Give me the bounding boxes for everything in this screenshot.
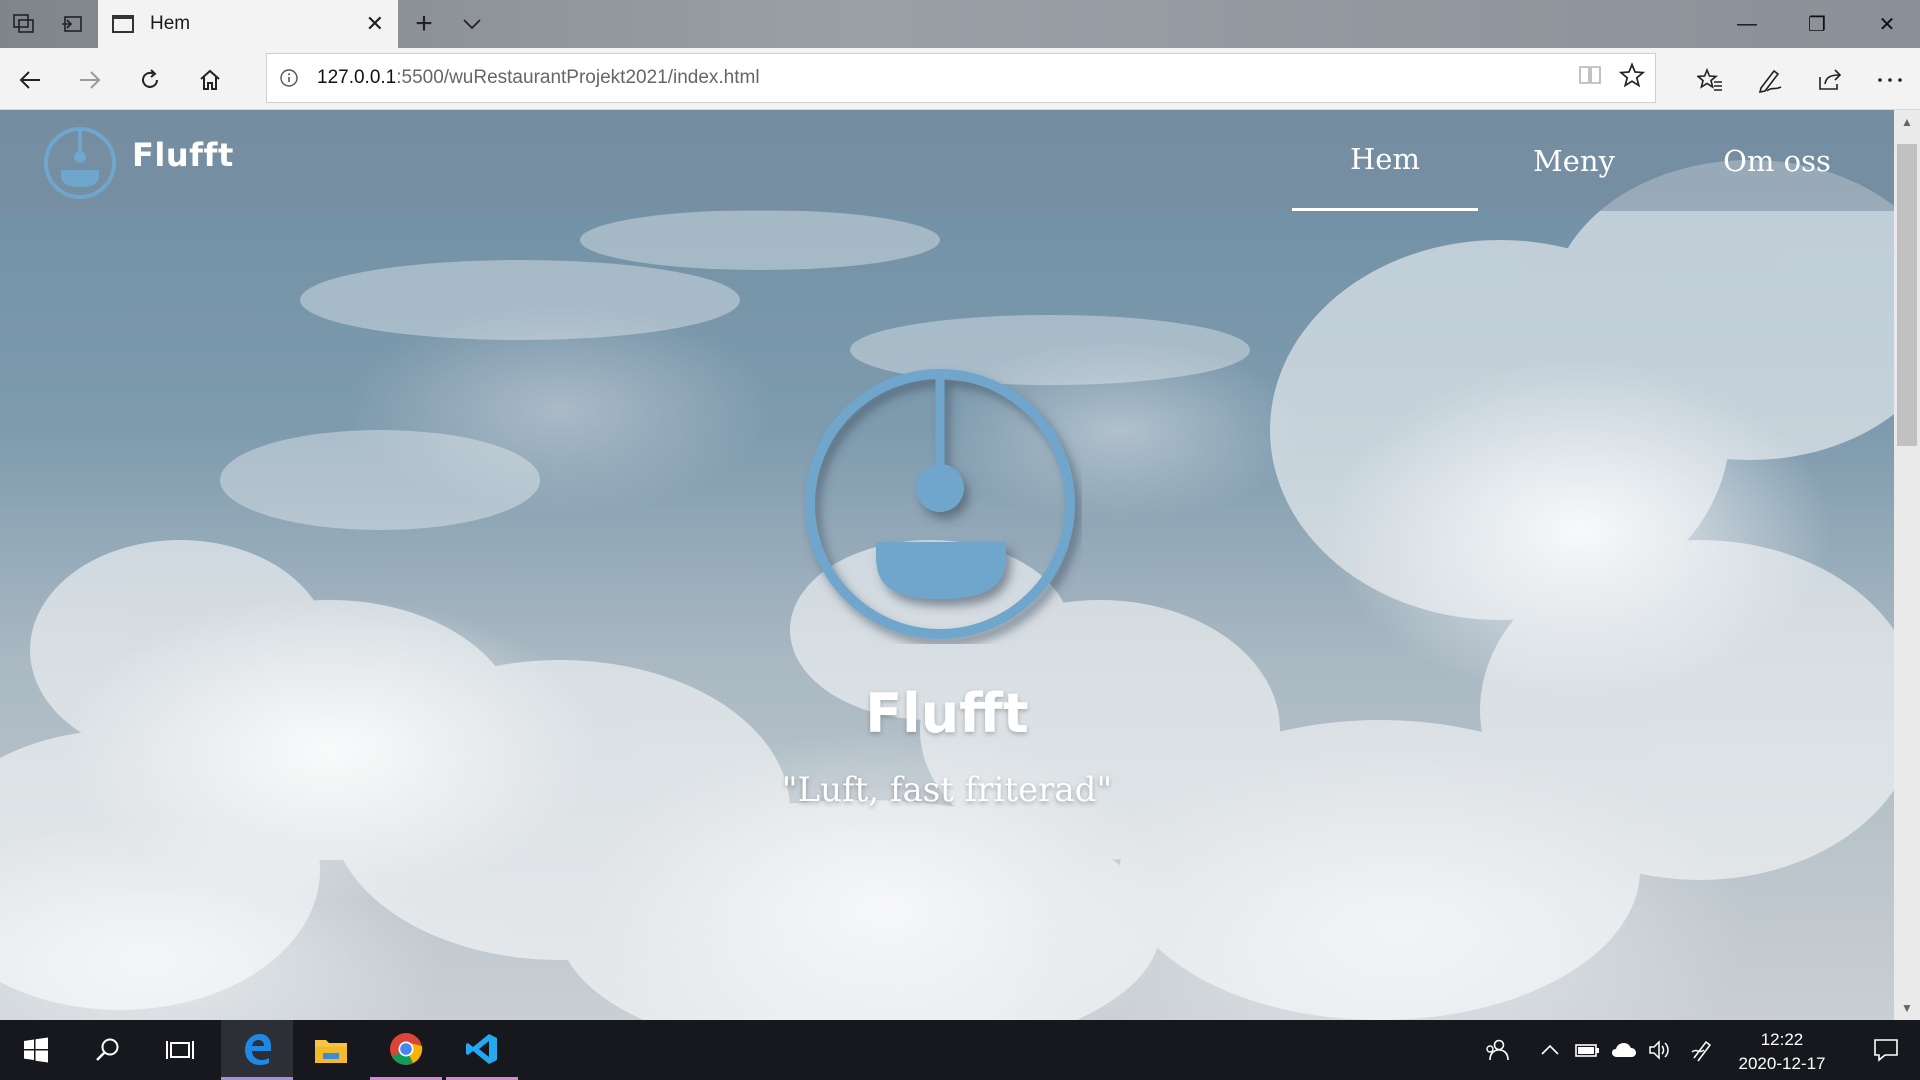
battery-icon[interactable]	[1570, 1020, 1606, 1080]
scroll-up-arrow-icon[interactable]: ▲	[1894, 110, 1920, 134]
tab-hem[interactable]: Hem ✕	[98, 0, 398, 48]
page-scrollbar[interactable]: ▲ ▼	[1894, 110, 1920, 1020]
back-arrow-icon[interactable]	[10, 60, 50, 100]
nav-link-meny[interactable]: Meny	[1478, 110, 1670, 211]
minimize-icon[interactable]: —	[1712, 0, 1782, 48]
clock-date: 2020-12-17	[1738, 1054, 1826, 1073]
tab-list-chevron-icon[interactable]	[448, 0, 496, 48]
site-info-icon[interactable]	[267, 68, 311, 88]
task-view-icon[interactable]	[144, 1020, 216, 1080]
more-options-icon[interactable]	[1870, 60, 1910, 100]
hero-tagline: "Luft, fast friterad"	[781, 770, 1113, 810]
tab-close-icon[interactable]: ✕	[366, 13, 384, 35]
site-brand-name[interactable]: Flufft	[132, 136, 234, 174]
reading-view-icon[interactable]	[1577, 62, 1603, 93]
forward-arrow-icon[interactable]	[70, 60, 110, 100]
favorite-star-icon[interactable]	[1618, 62, 1646, 93]
hero-brand-name: Flufft	[865, 682, 1029, 745]
share-icon[interactable]	[1810, 60, 1850, 100]
volume-icon[interactable]	[1642, 1020, 1678, 1080]
address-bar-actions	[1577, 62, 1646, 93]
people-icon[interactable]	[1480, 1020, 1516, 1080]
show-hidden-icons-chevron-icon[interactable]	[1532, 1020, 1568, 1080]
scroll-down-arrow-icon[interactable]: ▼	[1894, 996, 1920, 1020]
tab-title: Hem	[150, 13, 191, 34]
restore-icon[interactable]: ❐	[1782, 0, 1852, 48]
file-explorer-icon[interactable]	[295, 1020, 367, 1080]
url-path: :5500/wuRestaurantProjekt2021/index.html	[396, 67, 760, 88]
clock-time: 12:22	[1760, 1030, 1804, 1049]
taskbar-clock[interactable]: 12:22 2020-12-17	[1722, 1028, 1842, 1076]
new-tab-icon[interactable]: +	[400, 0, 448, 48]
hero-logo-icon	[802, 364, 1082, 649]
url-host: 127.0.0.1	[317, 67, 397, 88]
edge-icon[interactable]	[221, 1020, 293, 1080]
chrome-icon[interactable]	[370, 1020, 442, 1080]
tab-sets-icon[interactable]	[0, 0, 48, 48]
window-close-icon[interactable]: ✕	[1852, 0, 1920, 48]
web-note-pen-icon[interactable]	[1750, 60, 1790, 100]
set-tabs-aside-icon[interactable]	[48, 0, 96, 48]
site-header: Flufft Hem Meny Om oss	[0, 110, 1894, 211]
browser-title-bar: Hem ✕ + — ❐ ✕	[0, 0, 1920, 48]
home-icon[interactable]	[190, 60, 230, 100]
action-center-notification-icon[interactable]	[1852, 1020, 1920, 1080]
windows-taskbar: 12:22 2020-12-17	[0, 1020, 1920, 1080]
refresh-icon[interactable]	[130, 60, 170, 100]
vscode-icon[interactable]	[446, 1020, 518, 1080]
url-text[interactable]: 127.0.0.1:5500/wuRestaurantProjekt2021/i…	[311, 67, 760, 89]
page-icon	[112, 15, 134, 33]
site-logo-icon[interactable]	[42, 125, 118, 206]
web-page-viewport: Flufft Hem Meny Om oss Flufft "Luft, fas…	[0, 110, 1894, 1020]
search-icon[interactable]	[72, 1020, 144, 1080]
onedrive-cloud-icon[interactable]	[1606, 1020, 1642, 1080]
site-nav: Hem Meny Om oss	[1292, 110, 1894, 211]
browser-toolbar: 127.0.0.1:5500/wuRestaurantProjekt2021/i…	[0, 48, 1920, 110]
windows-ink-pen-icon[interactable]	[1684, 1020, 1720, 1080]
nav-link-hem[interactable]: Hem	[1292, 110, 1478, 211]
nav-link-om-oss[interactable]: Om oss	[1670, 110, 1894, 211]
scrollbar-thumb[interactable]	[1897, 144, 1917, 446]
windows-start-icon[interactable]	[0, 1020, 72, 1080]
favorites-hub-icon[interactable]	[1690, 60, 1730, 100]
address-bar[interactable]: 127.0.0.1:5500/wuRestaurantProjekt2021/i…	[266, 53, 1656, 103]
